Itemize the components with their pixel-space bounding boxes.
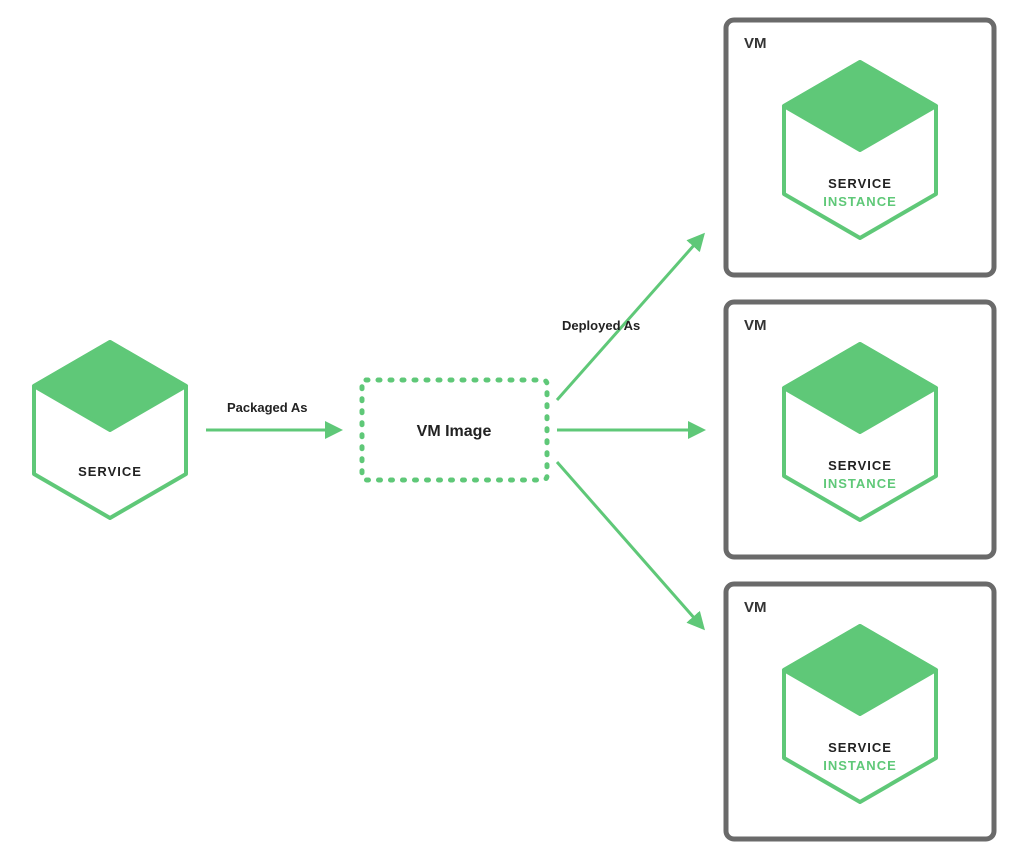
service-label: SERVICE: [78, 464, 142, 479]
vm-instance-3: VM SERVICE INSTANCE: [726, 584, 994, 839]
vm-instance-1: VM SERVICE INSTANCE: [726, 20, 994, 275]
vm-box-label-3: VM: [744, 599, 767, 616]
instance-label-1a: SERVICE: [828, 176, 892, 191]
deployed-as-label: Deployed As: [562, 318, 640, 333]
vm-box-label-1: VM: [744, 35, 767, 52]
vm-image-node: VM Image: [362, 380, 547, 480]
diagram-canvas: SERVICE Packaged As VM Image Deployed As…: [0, 0, 1024, 861]
packaged-as-label: Packaged As: [227, 400, 307, 415]
deployed-as-arrow-3: [557, 462, 703, 628]
service-node: SERVICE: [34, 342, 186, 518]
vm-image-label: VM Image: [417, 423, 492, 440]
instance-label-1b: INSTANCE: [823, 194, 896, 209]
instance-label-2a: SERVICE: [828, 458, 892, 473]
instance-label-2b: INSTANCE: [823, 476, 896, 491]
instance-label-3b: INSTANCE: [823, 758, 896, 773]
vm-box-label-2: VM: [744, 317, 767, 334]
instance-label-3a: SERVICE: [828, 740, 892, 755]
vm-instance-2: VM SERVICE INSTANCE: [726, 302, 994, 557]
